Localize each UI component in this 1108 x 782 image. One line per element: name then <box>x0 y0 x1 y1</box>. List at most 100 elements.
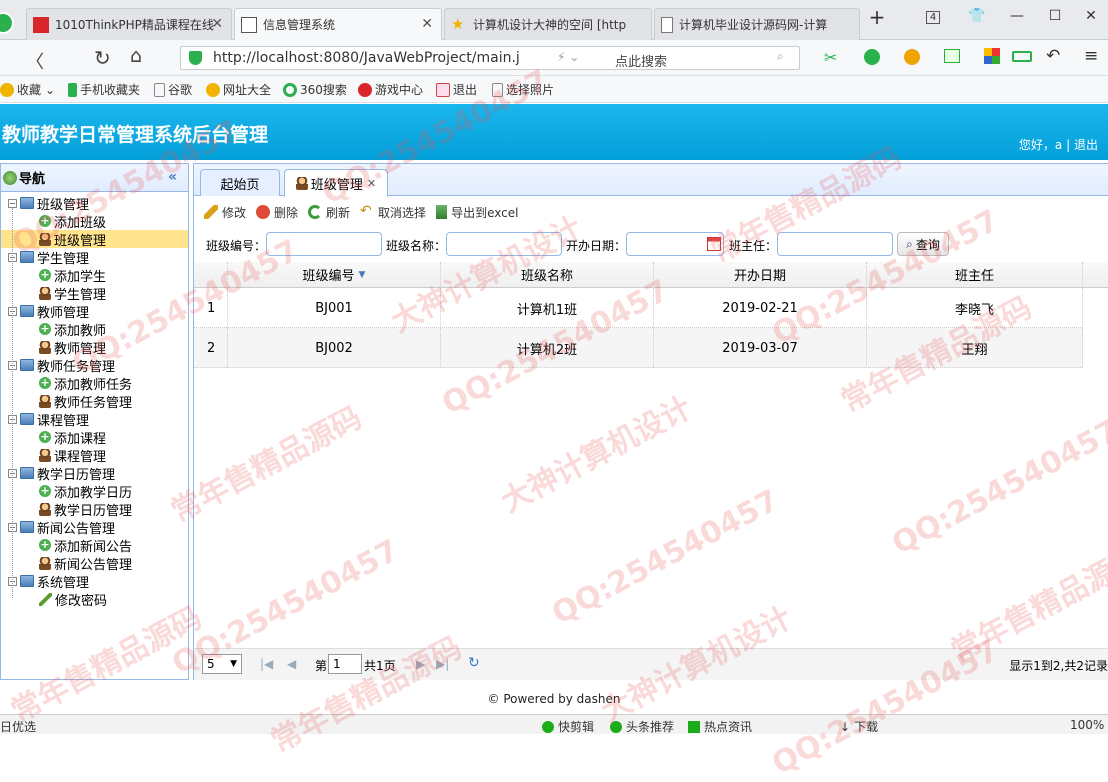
reload-icon[interactable]: ↻ <box>468 655 480 671</box>
minimize-button[interactable]: — <box>1002 8 1032 32</box>
home-icon[interactable]: ⌂ <box>130 45 142 67</box>
column-header-open-date[interactable]: 开办日期 <box>654 262 867 288</box>
coupon-icon[interactable] <box>904 49 920 65</box>
browser-tab-active[interactable]: 信息管理系统 ✕ <box>234 8 442 40</box>
lightning-icon[interactable]: ⚡ ⌄ <box>557 50 579 64</box>
edit-button[interactable]: 修改 <box>204 204 246 221</box>
nav-item[interactable]: 教师任务管理 <box>1 392 188 411</box>
bookmark-photo[interactable]: 选择照片 <box>492 81 554 98</box>
back-button[interactable]: 〈 <box>26 48 44 74</box>
bookmark-mobile[interactable]: 手机收藏夹 <box>68 81 140 98</box>
nav-item[interactable]: 教学日历管理 <box>1 500 188 519</box>
page-number-input[interactable]: 1 <box>328 654 362 674</box>
first-page-icon[interactable]: |◀ <box>260 657 273 671</box>
scissors-icon[interactable]: ✂ <box>824 48 837 67</box>
cell-class-name: 计算机2班 <box>441 328 654 368</box>
calendar-icon[interactable] <box>707 237 721 251</box>
collapse-toggle-icon[interactable]: − <box>8 198 17 208</box>
user-icon <box>39 286 51 300</box>
bookmark-games[interactable]: 游戏中心 <box>358 81 423 98</box>
nav-item[interactable]: 新闻公告管理 <box>1 554 188 573</box>
table-row[interactable]: 2 BJ002 计算机2班 2019-03-07 王翔 <box>194 328 1083 368</box>
query-button[interactable]: ⌕ 查询 <box>897 232 949 256</box>
next-page-icon[interactable]: ▶ <box>416 657 425 671</box>
logout-link[interactable]: 退出 <box>1074 138 1098 152</box>
status-item-download[interactable]: ↓ 下载 <box>840 718 878 735</box>
search-icon[interactable]: ⌕ <box>777 49 784 64</box>
add-icon: + <box>39 322 51 335</box>
nav-group[interactable]: − 教师任务管理 <box>1 356 188 375</box>
menu-icon[interactable]: ≡ <box>1084 46 1098 66</box>
status-left[interactable]: 日优选 <box>0 718 36 735</box>
status-item-news[interactable]: 热点资讯 <box>688 718 752 735</box>
last-page-icon[interactable]: ▶| <box>436 657 449 671</box>
undo-icon: ↶ <box>360 203 372 219</box>
class-name-input[interactable] <box>446 232 562 256</box>
browser-tab[interactable]: 1010ThinkPHP精品课程在线 ✕ <box>26 8 232 40</box>
nav-group[interactable]: − 班级管理 <box>1 194 188 213</box>
bookmark-favorites[interactable]: 收藏 ⌄ <box>0 81 55 98</box>
table-row[interactable]: 1 BJ001 计算机1班 2019-02-21 李晓飞 <box>194 288 1083 328</box>
prev-page-icon[interactable]: ◀ <box>287 657 296 671</box>
browser-tab[interactable]: ★ 计算机设计大神的空间 [http <box>444 8 652 40</box>
close-tab-icon[interactable]: ✕ <box>421 16 433 32</box>
url-field[interactable]: http://localhost:8080/JavaWebProject/mai… <box>180 46 800 70</box>
bookmark-exit[interactable]: 退出 <box>436 81 477 98</box>
unselect-button[interactable]: ↶ 取消选择 <box>360 204 426 221</box>
nav-item[interactable]: 学生管理 <box>1 284 188 303</box>
status-item-headline[interactable]: 头条推荐 <box>610 718 674 735</box>
browser-logo-icon <box>0 12 14 34</box>
column-header-class-no[interactable]: 班级编号 ▼ <box>228 262 441 288</box>
reload-button[interactable]: ↻ <box>94 46 111 70</box>
nav-item[interactable]: + 添加学生 <box>1 266 188 285</box>
column-header-head-teacher[interactable]: 班主任 <box>867 262 1083 288</box>
nav-group[interactable]: − 新闻公告管理 <box>1 518 188 537</box>
tab-class-management[interactable]: 班级管理 ✕ <box>284 169 388 197</box>
apps-icon[interactable] <box>984 48 1000 64</box>
battery-icon[interactable] <box>1012 51 1032 62</box>
bookmark-google[interactable]: 谷歌 <box>154 81 192 98</box>
column-header-class-name[interactable]: 班级名称 <box>441 262 654 288</box>
search-field-text[interactable]: 点此搜索 <box>615 51 667 70</box>
skin-icon[interactable]: 👕 <box>962 8 992 32</box>
new-tab-button[interactable]: + <box>862 5 892 29</box>
maximize-button[interactable]: ☐ <box>1040 8 1070 32</box>
nav-group[interactable]: − 教师管理 <box>1 302 188 321</box>
nav-group[interactable]: − 课程管理 <box>1 410 188 429</box>
tab-home[interactable]: 起始页 <box>200 169 280 196</box>
nav-title: 导航 <box>19 172 46 187</box>
refresh-button[interactable]: 刷新 <box>308 204 350 221</box>
status-item-clip[interactable]: 快剪辑 <box>542 718 594 735</box>
image-icon[interactable] <box>944 49 960 63</box>
close-tab-icon[interactable]: ✕ <box>211 16 223 32</box>
nav-item[interactable]: 班级管理 <box>1 230 188 249</box>
nav-group[interactable]: − 学生管理 <box>1 248 188 267</box>
nav-item[interactable]: 课程管理 <box>1 446 188 465</box>
bookmark-sites[interactable]: 网址大全 <box>206 81 271 98</box>
tab-count-badge[interactable]: 4 <box>918 8 948 32</box>
collapse-icon[interactable]: « <box>168 169 177 185</box>
translate-icon[interactable] <box>864 49 880 65</box>
nav-item[interactable]: + 添加教师任务 <box>1 374 188 393</box>
nav-group[interactable]: − 系统管理 <box>1 572 188 591</box>
undo-icon[interactable]: ↶ <box>1046 46 1060 66</box>
head-teacher-input[interactable] <box>777 232 893 256</box>
export-excel-button[interactable]: 导出到excel <box>436 204 518 221</box>
close-tab-icon[interactable]: ✕ <box>367 177 376 190</box>
zoom-level[interactable]: 100% <box>1070 718 1104 732</box>
nav-item[interactable]: + 添加班级 <box>1 212 188 231</box>
class-no-input[interactable] <box>266 232 382 256</box>
nav-item[interactable]: + 添加教学日历 <box>1 482 188 501</box>
nav-item[interactable]: 修改密码 <box>1 590 188 609</box>
nav-group[interactable]: − 教学日历管理 <box>1 464 188 483</box>
nav-item[interactable]: + 添加教师 <box>1 320 188 339</box>
nav-item[interactable]: + 添加新闻公告 <box>1 536 188 555</box>
nav-item[interactable]: 教师管理 <box>1 338 188 357</box>
close-window-button[interactable]: ✕ <box>1076 8 1106 32</box>
browser-tab[interactable]: 计算机毕业设计源码网-计算 <box>654 8 860 40</box>
open-date-input[interactable] <box>626 232 724 256</box>
page-size-select[interactable]: 5 ▼ <box>202 654 242 674</box>
nav-item[interactable]: + 添加课程 <box>1 428 188 447</box>
delete-button[interactable]: 删除 <box>256 204 298 221</box>
bookmark-360[interactable]: 360搜索 <box>283 81 347 98</box>
